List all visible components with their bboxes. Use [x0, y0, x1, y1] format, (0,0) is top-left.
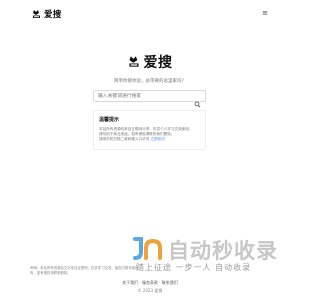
menu-icon[interactable]: ≡ [262, 9, 268, 17]
top-bar: 爱搜 ≡ [0, 0, 300, 26]
watermark-subtext: 踏上征途 一步一人 自动收录 [136, 263, 252, 272]
notice-line-text: 请用手机扫描二维码跟入口访问 [99, 137, 150, 141]
footer-note: 声明：本站所有资源及文字来自互联网，仅供学习交流，版权归原作者所有，如有侵权请联… [30, 266, 139, 275]
site-title: 爱搜 [44, 10, 62, 20]
hero-brand: 爱搜 [128, 52, 173, 72]
site-logo[interactable]: 爱搜 [32, 8, 62, 20]
footer-links[interactable]: 关于我们 · 服务条款 · 联系我们 [0, 280, 300, 286]
logo-icon [32, 9, 41, 19]
notice-title: 温馨提示 [99, 117, 120, 123]
watermark-logo-icon [132, 237, 166, 261]
watermark-text: 自动秒收录 [168, 239, 278, 263]
search-box [93, 90, 206, 108]
hero-logo-icon [128, 53, 140, 72]
search-icon[interactable] [194, 93, 201, 108]
hero-title: 爱搜 [143, 55, 173, 71]
notice-line: 请用手机扫描二维码跟入口访问 立即访问 [99, 137, 200, 142]
search-input[interactable] [98, 93, 193, 100]
notice-link[interactable]: 立即访问 [150, 137, 164, 141]
hero-subtitle: 简单你那体验，总带要的总里家吗？ [114, 79, 186, 84]
notice-card: 温馨提示 本站所有资源均来自互联网分享，仅供个人学习交流使用， 请勿用于商业用途… [93, 110, 206, 150]
hero: 爱搜 简单你那体验，总带要的总里家吗？ [0, 52, 300, 84]
footer-copyright: © 2023 爱搜 [137, 288, 163, 293]
